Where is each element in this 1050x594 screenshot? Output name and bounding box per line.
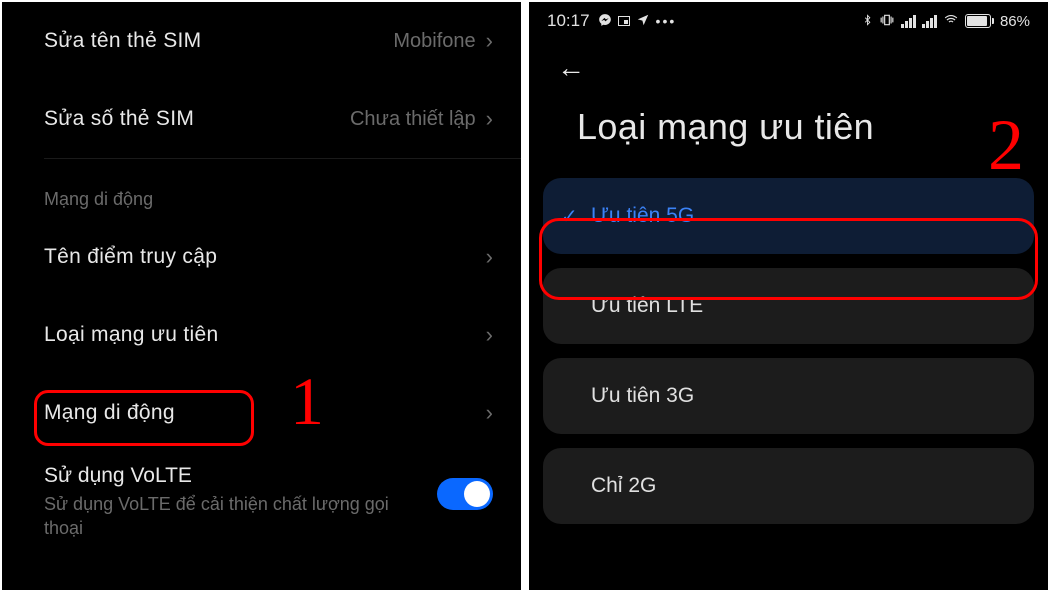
row-value: Mobifone	[393, 30, 475, 53]
row-preferred-network[interactable]: Loại mạng ưu tiên ›	[2, 296, 521, 374]
chevron-right-icon: ›	[486, 30, 493, 52]
preferred-network-panel: 10:17 •••	[529, 2, 1048, 590]
status-notification-icons: •••	[598, 13, 677, 30]
status-time: 10:17	[547, 11, 590, 31]
volte-subtitle: Sử dụng VoLTE để cải thiện chất lượng gọ…	[44, 492, 423, 541]
chevron-right-icon: ›	[486, 402, 493, 424]
status-bar: 10:17 •••	[529, 2, 1048, 40]
battery-icon	[965, 14, 994, 28]
volte-toggle[interactable]	[437, 478, 493, 510]
option-lte[interactable]: Ưu tiên LTE	[543, 268, 1034, 344]
row-label: Loại mạng ưu tiên	[44, 323, 218, 347]
more-icon: •••	[656, 13, 677, 29]
location-icon	[636, 13, 650, 30]
vibrate-icon	[879, 13, 895, 30]
network-options-list: ✓ Ưu tiên 5G Ưu tiên LTE Ưu tiên 3G Chỉ …	[529, 178, 1048, 524]
wifi-icon	[943, 13, 959, 30]
option-2g[interactable]: Chỉ 2G	[543, 448, 1034, 524]
battery-percentage: 86%	[1000, 13, 1030, 30]
row-label: Tên điểm truy cập	[44, 245, 217, 269]
pip-icon	[618, 16, 630, 26]
row-value: Chưa thiết lập	[350, 108, 476, 131]
option-3g[interactable]: Ưu tiên 3G	[543, 358, 1034, 434]
bluetooth-icon	[862, 13, 873, 30]
chevron-right-icon: ›	[486, 246, 493, 268]
volte-title: Sử dụng VoLTE	[44, 464, 423, 488]
messenger-icon	[598, 13, 612, 30]
row-mobile-network[interactable]: Mạng di động ›	[2, 374, 521, 452]
status-system-icons: 86%	[862, 13, 1030, 30]
check-icon: ✓	[561, 204, 578, 229]
option-label: Ưu tiên 5G	[591, 204, 694, 228]
row-sim-number[interactable]: Sửa số thẻ SIM Chưa thiết lập ›	[2, 80, 521, 158]
page-title: Loại mạng ưu tiên	[529, 96, 1048, 178]
option-5g[interactable]: ✓ Ưu tiên 5G	[543, 178, 1034, 254]
row-label: Mạng di động	[44, 401, 175, 425]
option-label: Ưu tiên 3G	[591, 384, 694, 408]
row-label: Sửa tên thẻ SIM	[44, 29, 201, 53]
row-sim-name[interactable]: Sửa tên thẻ SIM Mobifone ›	[2, 2, 521, 80]
signal-icon-1	[901, 15, 916, 28]
option-label: Ưu tiên LTE	[591, 294, 703, 318]
settings-sim-panel: Sửa tên thẻ SIM Mobifone › Sửa số thẻ SI…	[2, 2, 521, 590]
chevron-right-icon: ›	[486, 108, 493, 130]
row-apn[interactable]: Tên điểm truy cập ›	[2, 218, 521, 296]
row-label: Sửa số thẻ SIM	[44, 107, 194, 131]
signal-icon-2	[922, 15, 937, 28]
section-header-mobile-network: Mạng di động	[2, 159, 521, 218]
row-volte: Sử dụng VoLTE Sử dụng VoLTE để cải thiện…	[2, 452, 521, 541]
option-label: Chỉ 2G	[591, 474, 656, 498]
chevron-right-icon: ›	[486, 324, 493, 346]
back-button[interactable]: ←	[557, 52, 585, 84]
